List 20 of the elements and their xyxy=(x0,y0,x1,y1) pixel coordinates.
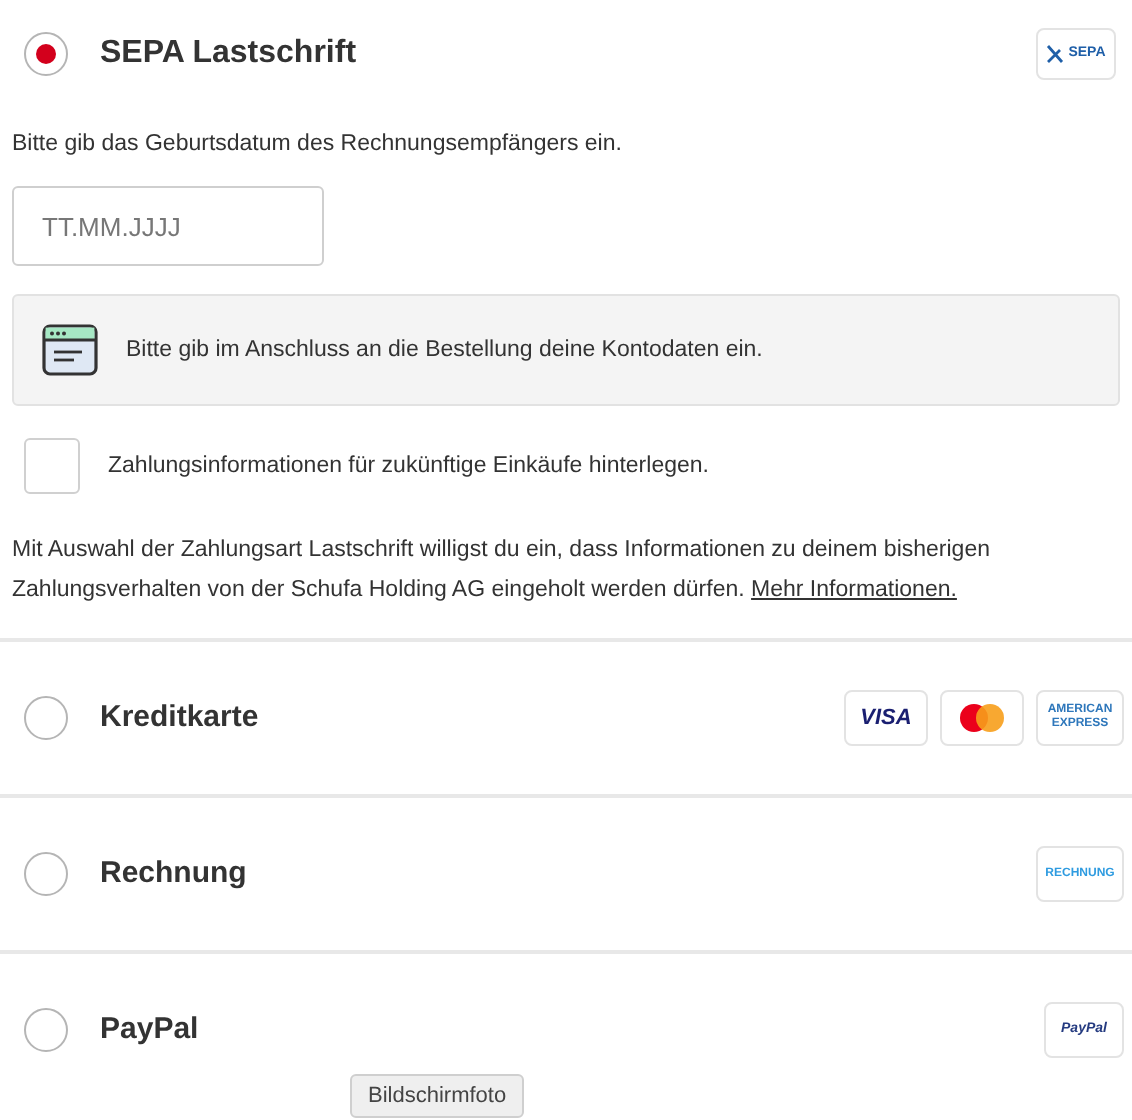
payment-method-label: Rechnung xyxy=(100,854,249,894)
mastercard-logo xyxy=(940,690,1024,747)
tooltip: Bildschirmfoto xyxy=(350,1074,525,1118)
more-info-link[interactable]: Mehr Informationen. xyxy=(751,578,957,603)
payment-method-label: PayPal xyxy=(100,1010,201,1050)
consent-text: Mit Auswahl der Zahlungsart Lastschrift willigst du ein, dass Informationen zu deinem bisherigen Zahlungsverhalten von der Schufa Holding AG eingeholt werden dürfen. Mehr Informationen. xyxy=(12,536,992,607)
visa-logo: VISA xyxy=(844,690,928,747)
payment-method-label: SEPA Lastschrift xyxy=(100,34,359,74)
checkbox-label: Zahlungsinformationen für zukünftige Einkäufe hinterlegen. xyxy=(108,451,709,482)
radio-button[interactable] xyxy=(24,32,68,76)
radio-button[interactable] xyxy=(24,696,68,741)
browser-window-icon xyxy=(42,324,98,377)
radio-button[interactable] xyxy=(24,1008,68,1053)
birthdate-prompt: Bitte gib das Geburtsdatum des Rechnungsempfängers ein. xyxy=(12,130,624,160)
payment-method-label: Kreditkarte xyxy=(100,698,261,738)
radio-button[interactable] xyxy=(24,852,68,897)
sepa-mark-icon xyxy=(1046,44,1065,64)
checkbox[interactable] xyxy=(24,438,80,495)
info-text: Bitte gib im Anschluss an die Bestellung deine Kontodaten ein. xyxy=(126,335,763,366)
birthdate-field[interactable]: TT.MM.JJJJ xyxy=(12,186,324,267)
